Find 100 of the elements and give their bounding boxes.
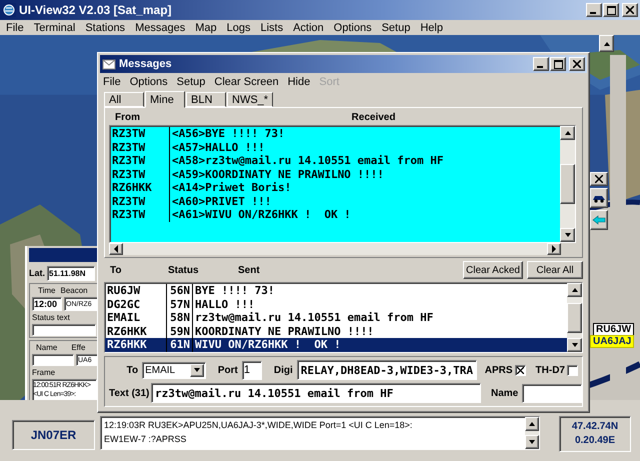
scroll-thumb[interactable] (560, 164, 575, 204)
down-arrow-icon (570, 342, 578, 348)
close-icon (626, 6, 634, 14)
scroll-right-button[interactable] (547, 243, 561, 255)
menu-item[interactable]: Lists (260, 22, 284, 34)
clear-all-button[interactable]: Clear All (527, 261, 583, 279)
down-arrow-icon (528, 439, 536, 445)
checkbox[interactable]: APRS (484, 364, 526, 376)
tab[interactable]: BLN (186, 92, 226, 107)
scroll-down-button[interactable] (560, 228, 575, 242)
minimize-button[interactable] (586, 3, 602, 17)
column-header: To (109, 264, 122, 276)
menu-item[interactable]: File (6, 22, 24, 34)
up-arrow-icon (564, 130, 572, 136)
check-mark-icon (516, 366, 524, 374)
menu-item[interactable]: Options (334, 22, 372, 34)
toolbar-button[interactable] (590, 188, 608, 208)
scroll-up-button[interactable] (567, 283, 582, 297)
maximize-icon (554, 60, 562, 68)
name-field[interactable] (32, 354, 74, 366)
menu-item[interactable]: Stations (85, 22, 126, 34)
table-cell-text: BYE !!!! 73! (194, 284, 276, 298)
station-label[interactable]: RU6JW (593, 323, 634, 336)
menu-item[interactable]: Map (195, 22, 217, 34)
window-title: UI-View32 V2.03 [Sat_map] (19, 3, 172, 17)
close-button[interactable] (622, 3, 638, 17)
minimize-button[interactable] (533, 57, 549, 71)
field-label: Digi (274, 364, 293, 376)
scroll-thumb[interactable] (567, 302, 582, 332)
field-label: Beacon (60, 285, 88, 296)
table-cell: RZ3TW (110, 168, 170, 181)
station-label[interactable]: UA6JAJ (590, 335, 634, 348)
dropdown-button[interactable] (190, 364, 204, 376)
menu-item[interactable]: Clear Screen (214, 76, 279, 88)
table-cell-text: HALLO !!! (194, 298, 256, 311)
scroll-up-button[interactable] (599, 35, 614, 52)
menu-item[interactable]: Action (293, 22, 324, 34)
table-cell-text: <A61>WIVU ON/RZ6HKK ! OK ! (171, 208, 352, 222)
field-label: Frame (32, 367, 56, 378)
list-row[interactable]: DG2GC 57N HALLO !!! (105, 298, 567, 311)
menu-item[interactable]: Terminal (34, 22, 76, 34)
close-button[interactable] (590, 172, 608, 186)
scroll-down-button[interactable] (567, 338, 582, 352)
digi-field[interactable]: RELAY,DH8EAD-3,WIDE3-3,TRA (296, 360, 477, 380)
table-cell: RZ3TW (110, 127, 170, 140)
menu-item[interactable]: Help (420, 22, 443, 34)
left-arrow-icon (113, 245, 119, 253)
globe-icon (2, 3, 16, 17)
maximize-button[interactable] (603, 3, 619, 17)
table-cell-text: <A14>Priwet Boris! (171, 181, 292, 194)
list-row[interactable]: RZ6HKK 61N WIVU ON/RZ6HKK ! OK ! (105, 338, 567, 352)
coordinate-text: 0.20.49E (574, 434, 616, 448)
table-cell-text: WIVU ON/RZ6HKK ! OK ! (194, 338, 342, 352)
scroll-up-button[interactable] (525, 417, 539, 431)
scroll-left-button[interactable] (109, 243, 123, 255)
list-row[interactable]: EMAIL 58N rz3tw@mail.ru 14.10551 email from HF (105, 311, 567, 324)
field-label: Lat. (29, 268, 46, 279)
maximize-button[interactable] (550, 57, 566, 71)
coordinate-text: 47.42.74N (572, 420, 618, 434)
close-icon (573, 60, 581, 68)
table-cell: 58N (167, 311, 193, 324)
menu-item[interactable]: Hide (288, 76, 310, 88)
field-label: Time (38, 285, 56, 296)
field-label: Effe (71, 342, 86, 353)
menu-item[interactable]: Setup (382, 22, 410, 34)
window-title: Messages (119, 58, 172, 70)
to-dropdown[interactable]: EMAIL (142, 362, 206, 378)
port-field[interactable]: 1 (242, 360, 262, 380)
up-arrow-icon (570, 287, 578, 293)
log-line: EW1EW-7 :?APRSS (104, 433, 188, 446)
checkbox[interactable]: TH-D7 (536, 364, 578, 376)
column-header: Received (350, 112, 396, 123)
menu-item[interactable]: Setup (176, 76, 206, 88)
caret-icon (192, 367, 201, 373)
scroll-down-button[interactable] (525, 435, 539, 449)
close-button[interactable] (569, 57, 585, 71)
time-field[interactable]: 12:00 (32, 297, 62, 311)
message-text-field[interactable]: rz3tw@mail.ru 14.10551 email from HF (151, 383, 481, 403)
clear-acked-button[interactable]: Clear Acked (463, 261, 523, 279)
field-label: Name (491, 388, 518, 398)
tab[interactable]: NWS_* (227, 92, 274, 107)
right-arrow-icon (551, 245, 557, 253)
menu-item[interactable]: Options (130, 76, 168, 88)
table-cell: RZ6HKK (110, 181, 170, 194)
envelope-icon (102, 57, 116, 71)
status-text-field[interactable] (32, 324, 96, 336)
field-label: Status text (32, 312, 71, 323)
list-row[interactable]: RU6JW 56N BYE !!!! 73! (105, 284, 567, 298)
menu-item[interactable]: Messages (135, 22, 186, 34)
tab[interactable]: Mine (145, 91, 185, 108)
menu-item[interactable]: Logs (226, 22, 250, 34)
tab[interactable]: All (104, 92, 144, 107)
menu-item[interactable]: File (103, 76, 121, 88)
scroll-up-button[interactable] (560, 126, 575, 140)
table-cell: RZ3TW (110, 140, 170, 154)
table-cell: 56N (167, 284, 193, 298)
column-header: From (114, 112, 141, 123)
toolbar-button[interactable] (590, 210, 608, 230)
name-field[interactable] (522, 384, 582, 402)
latitude-field[interactable]: 51.11.98N (47, 266, 96, 281)
